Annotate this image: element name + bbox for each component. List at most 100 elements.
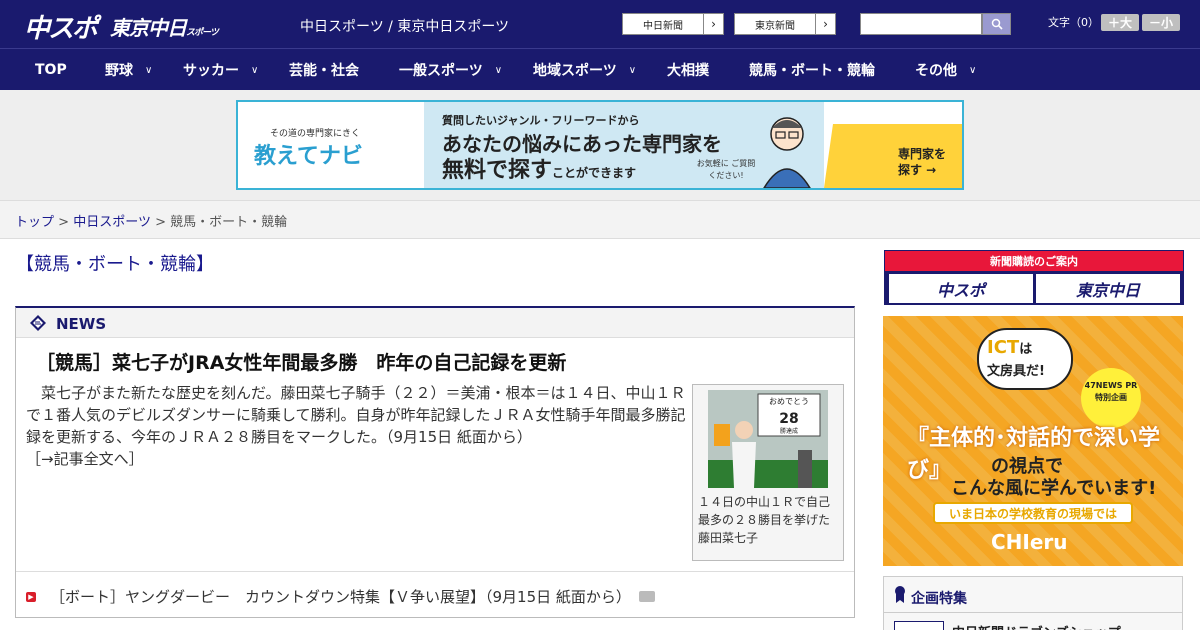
nav-item-other[interactable]: その他 ∨ xyxy=(915,49,976,91)
banner-logo: その道の専門家にきく 教えてナビ xyxy=(238,102,424,188)
ad-bubble-bunbougu: 文房具だ! xyxy=(987,364,1045,379)
special-feature-item[interactable]: 中日新聞ドラゴンズショップ xyxy=(894,621,1121,630)
article-photo-box: おめでとう 28 勝達成 １４日の中山１Ｒで自己最多の２８勝目を挙げた藤田菜七子 xyxy=(692,384,844,561)
font-smaller-button[interactable]: －小 xyxy=(1142,14,1180,31)
chevron-down-icon: ∨ xyxy=(251,64,259,76)
special-features-title: 企画特集 xyxy=(911,591,967,607)
tokyo-logo-text: 東京中日 xyxy=(110,16,187,40)
page-title: 【競馬・ボート・競輪】 xyxy=(16,254,214,275)
breadcrumb-current: 競馬・ボート・競輪 xyxy=(170,215,288,230)
play-bullet-icon: ▶ xyxy=(26,591,36,602)
tokyo-chunichi-logo[interactable]: 東京中日スポーツ xyxy=(110,12,219,41)
search-button[interactable] xyxy=(982,13,1011,35)
top-header: 中スポ 東京中日スポーツ 中日スポーツ / 東京中日スポーツ 中日新聞 › 東京… xyxy=(0,0,1200,48)
nav-item-keiba[interactable]: 競馬・ボート・競輪 xyxy=(749,49,875,91)
chevron-right-icon: › xyxy=(703,14,723,34)
photo-caption: １４日の中山１Ｒで自己最多の２８勝目を挙げた藤田菜七子 xyxy=(698,495,831,545)
news-list-item[interactable]: ▶ ［ボート］ヤングダービー カウントダウン特集【Ｖ争い展望】（9月15日 紙面… xyxy=(26,586,655,607)
banner-area: その道の専門家にきく 教えてナビ 質問したいジャンル・フリーワードから あなたの… xyxy=(0,90,1200,200)
nav-label: その他 xyxy=(915,63,957,79)
news-icon xyxy=(30,315,46,331)
chuspo-logo[interactable]: 中スポ xyxy=(24,8,98,45)
font-size-label: 文字（0） xyxy=(1048,16,1099,29)
subscription-title: 新聞購読のご案内 xyxy=(885,251,1183,271)
breadcrumb-section[interactable]: 中日スポーツ xyxy=(73,215,151,230)
nav-label: 芸能・社会 xyxy=(289,63,359,79)
chevron-down-icon: ∨ xyxy=(628,64,637,76)
subscription-box: 新聞購読のご案内 中スポ 東京中日 xyxy=(884,250,1184,305)
font-larger-button[interactable]: ＋大 xyxy=(1101,14,1139,31)
breadcrumb: トップ > 中日スポーツ > 競馬・ボート・競輪 xyxy=(15,211,287,230)
nav-item-baseball[interactable]: 野球 ∨ xyxy=(105,49,152,91)
photo-board-line-2: 28 xyxy=(779,411,798,427)
ad-ribbon: いま日本の学校教育の現場では xyxy=(933,502,1133,524)
tokyo-shimbun-label: 東京新聞 xyxy=(755,20,795,32)
dragons-shop-thumbnail xyxy=(894,621,944,630)
nav-item-entertainment[interactable]: 芸能・社会 xyxy=(289,49,359,91)
news-list-item-text: ［ボート］ヤングダービー カウントダウン特集【Ｖ争い展望】（9月15日 紙面から… xyxy=(50,588,631,606)
camera-icon xyxy=(638,591,655,602)
article-body: 菜七子がまた新たな歴史を刻んだ。藤田菜七子騎手（２２）＝美浦・根本＝は１４日、中… xyxy=(26,384,686,446)
special-features-header: 企画特集 xyxy=(884,577,1182,613)
breadcrumb-separator: > xyxy=(58,215,70,230)
nav-item-local-sports[interactable]: 地域スポーツ ∨ xyxy=(533,49,636,91)
nav-label: TOP xyxy=(35,62,67,78)
ad-bubble-ha: は xyxy=(1019,342,1033,357)
photo-board-line-1: おめでとう xyxy=(769,397,809,406)
article-photo[interactable]: おめでとう 28 勝達成 xyxy=(708,390,828,488)
chunichi-shimbun-button[interactable]: 中日新聞 › xyxy=(622,13,724,35)
site-links[interactable]: 中日スポーツ / 東京中日スポーツ xyxy=(300,16,509,36)
nav-label: 大相撲 xyxy=(667,63,709,79)
ad-pr-badge: 47NEWS PR 特別企画 xyxy=(1081,368,1141,428)
read-full-article-link[interactable]: ［→記事全文へ］ xyxy=(26,448,144,469)
main-nav: TOP 野球 ∨ サッカー ∨ 芸能・社会 一般スポーツ ∨ 地域スポーツ ∨ 大相撲 … xyxy=(0,48,1200,90)
nav-label: サッカー xyxy=(183,63,239,79)
banner-line-1: 質問したいジャンル・フリーワードから xyxy=(442,114,640,127)
search-input[interactable] xyxy=(860,13,982,35)
chevron-down-icon: ∨ xyxy=(145,64,153,76)
subscribe-tokyo-button[interactable]: 東京中日 xyxy=(1036,274,1180,303)
nav-label: 地域スポーツ xyxy=(533,63,617,79)
subscribe-chuspo-button[interactable]: 中スポ xyxy=(889,274,1033,303)
divider xyxy=(16,571,854,572)
chevron-down-icon: ∨ xyxy=(969,64,977,76)
ad-headline-3: こんな風に学んでいます! xyxy=(951,478,1157,499)
nav-label: 競馬・ボート・競輪 xyxy=(749,63,875,79)
banner-logo-big: 教えてナビ xyxy=(254,144,363,169)
banner-line-3: 無料で探すことができます xyxy=(442,152,636,184)
nav-item-general-sports[interactable]: 一般スポーツ ∨ xyxy=(399,49,502,91)
search-icon xyxy=(991,18,1003,30)
banner-cta[interactable]: 専門家を 探す → xyxy=(898,146,958,178)
breadcrumb-home[interactable]: トップ xyxy=(15,215,54,230)
breadcrumb-bar: トップ > 中日スポーツ > 競馬・ボート・競輪 xyxy=(0,200,1200,239)
banner-note: お気軽に ご質問ください! xyxy=(696,159,756,180)
banner-line-3-main: 無料で探す xyxy=(442,158,553,183)
news-header: NEWS xyxy=(16,308,854,338)
nav-label: 一般スポーツ xyxy=(399,63,483,79)
chevron-down-icon: ∨ xyxy=(494,64,503,76)
photo-board-line-3: 勝達成 xyxy=(780,427,798,435)
special-feature-label: 中日新聞ドラゴンズショップ xyxy=(952,622,1121,630)
news-box: NEWS ［競馬］菜七子がJRA女性年間最多勝 昨年の自己記録を更新 菜七子がま… xyxy=(15,306,855,618)
nav-item-sumo[interactable]: 大相撲 xyxy=(667,49,709,91)
breadcrumb-separator: > xyxy=(155,215,166,230)
chunichi-shimbun-label: 中日新聞 xyxy=(643,20,683,32)
nav-item-soccer[interactable]: サッカー ∨ xyxy=(183,49,258,91)
ad-bubble-ict: ICT xyxy=(987,337,1020,358)
ad-brand: CHIeru xyxy=(991,530,1068,554)
nav-item-top[interactable]: TOP xyxy=(35,49,67,91)
tokyo-logo-small: スポーツ xyxy=(186,28,219,38)
expert-illustration-icon xyxy=(763,117,811,188)
article-headline[interactable]: ［競馬］菜七子がJRA女性年間最多勝 昨年の自己記録を更新 xyxy=(36,348,566,375)
jockey-photo-icon: おめでとう 28 勝達成 xyxy=(708,390,828,488)
news-title: NEWS xyxy=(56,315,107,333)
nav-label: 野球 xyxy=(105,63,133,79)
ribbon-icon xyxy=(895,586,905,603)
tokyo-shimbun-button[interactable]: 東京新聞 › xyxy=(734,13,836,35)
banner-line-3-tail: ことができます xyxy=(552,166,637,180)
ict-advertisement[interactable]: ICTは 文房具だ! 47NEWS PR 特別企画 『主体的･対話的で深い学び』 … xyxy=(883,316,1183,566)
special-features-box: 企画特集 中日新聞ドラゴンズショップ xyxy=(883,576,1183,630)
oshiete-navi-banner[interactable]: その道の専門家にきく 教えてナビ 質問したいジャンル・フリーワードから あなたの… xyxy=(236,100,964,190)
chevron-right-icon: › xyxy=(815,14,835,34)
ad-bubble-text: ICTは文房具だ! xyxy=(987,338,1045,382)
